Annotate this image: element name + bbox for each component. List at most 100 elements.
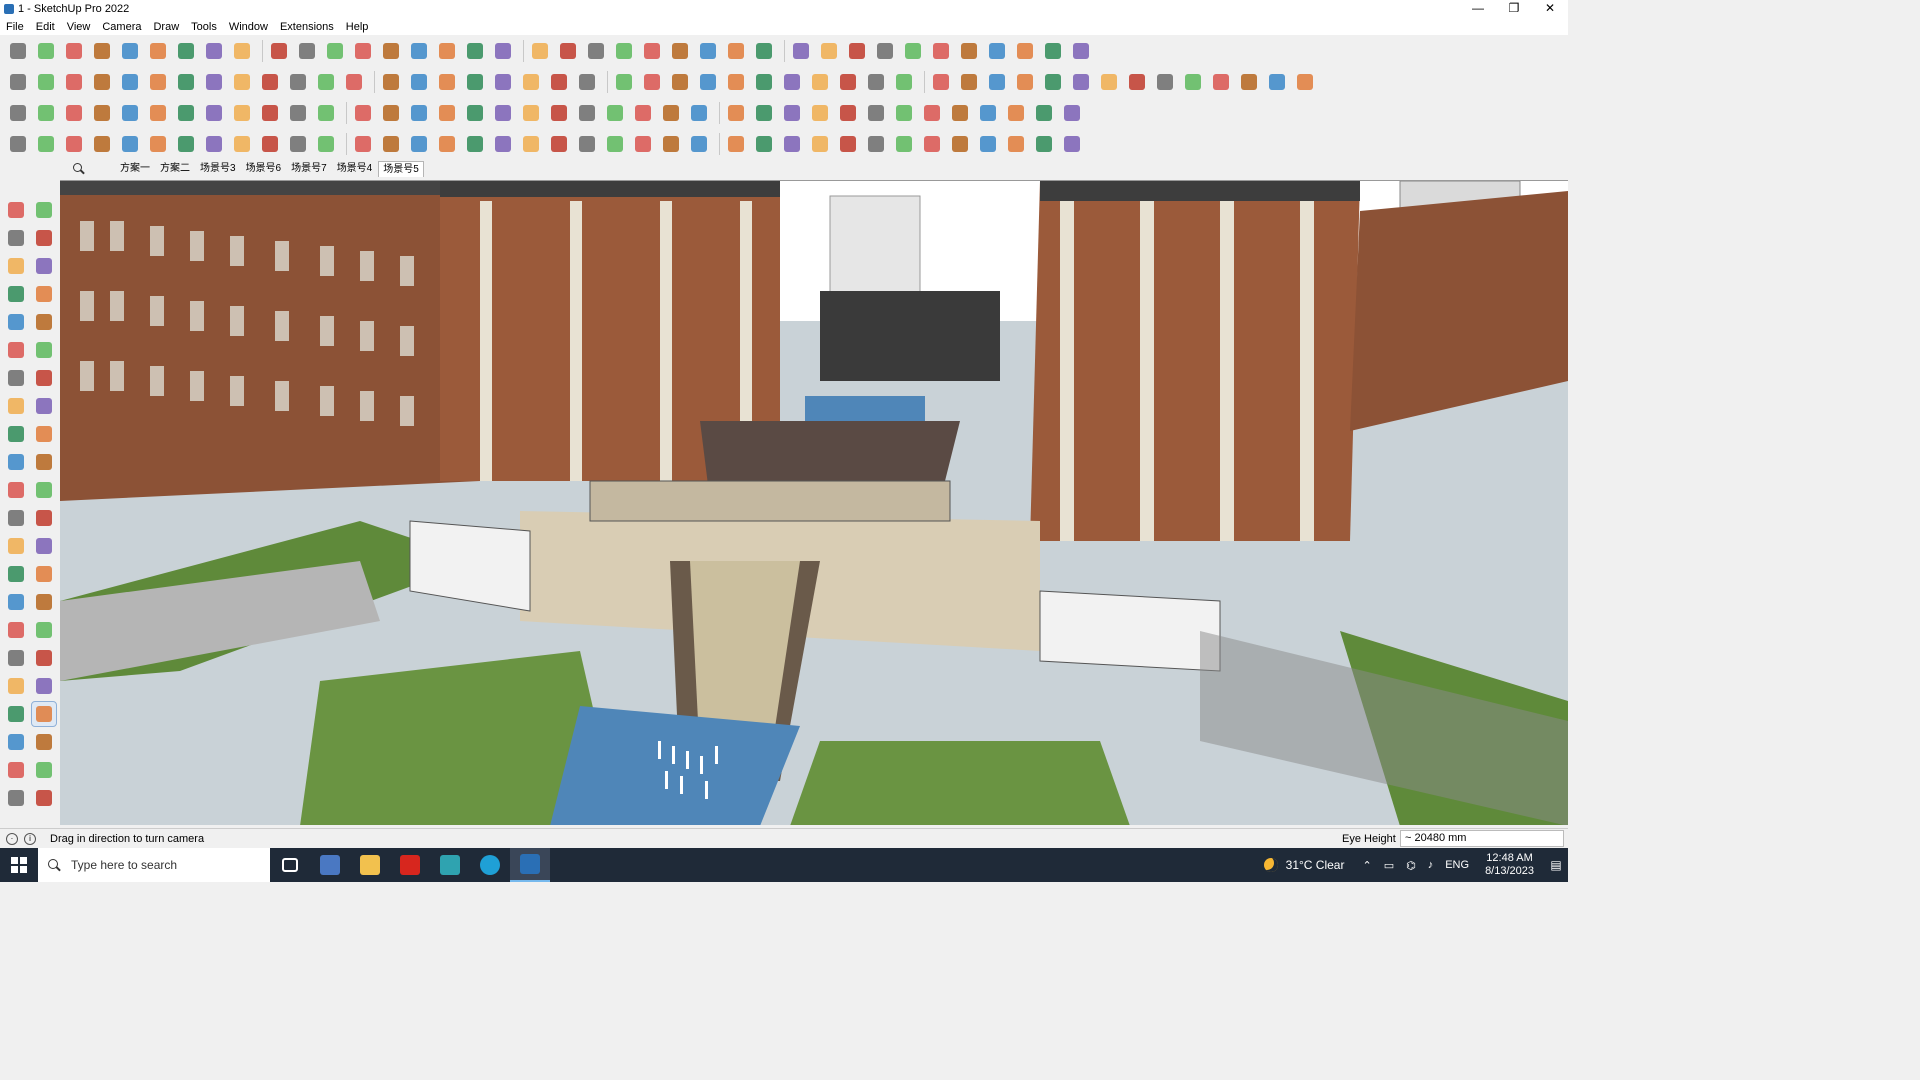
toolbar-tool-icon[interactable] — [463, 101, 487, 125]
toolbar-tool-icon[interactable] — [407, 132, 431, 156]
toolbar-tool-icon[interactable] — [118, 101, 142, 125]
scene-tab-4[interactable]: 场景号6 — [242, 161, 286, 177]
toolbar-tool-icon[interactable] — [1041, 70, 1065, 94]
toolbar-tool-icon[interactable] — [780, 132, 804, 156]
menu-help[interactable]: Help — [346, 21, 369, 33]
left-tool-icon[interactable] — [4, 366, 28, 390]
toolbar-tool-icon[interactable] — [379, 132, 403, 156]
toolbar-tool-icon[interactable] — [267, 39, 291, 63]
left-tool-icon[interactable] — [4, 254, 28, 278]
toolbar-tool-icon[interactable] — [314, 70, 338, 94]
left-tool-icon[interactable] — [32, 758, 56, 782]
toolbar-tool-icon[interactable] — [230, 101, 254, 125]
toolbar-tool-icon[interactable] — [258, 132, 282, 156]
measurements-input[interactable]: ~ 20480 mm — [1400, 830, 1564, 847]
toolbar-tool-icon[interactable] — [789, 39, 813, 63]
toolbar-tool-icon[interactable] — [1125, 70, 1149, 94]
toolbar-tool-icon[interactable] — [174, 39, 198, 63]
toolbar-tool-icon[interactable] — [202, 132, 226, 156]
toolbar-tool-icon[interactable] — [808, 101, 832, 125]
toolbar-tool-icon[interactable] — [379, 70, 403, 94]
toolbar-tool-icon[interactable] — [1097, 70, 1121, 94]
toolbar-tool-icon[interactable] — [90, 101, 114, 125]
scene-search-icon[interactable] — [72, 162, 86, 176]
toolbar-tool-icon[interactable] — [892, 101, 916, 125]
toolbar-tool-icon[interactable] — [407, 39, 431, 63]
toolbar-tool-icon[interactable] — [817, 39, 841, 63]
maximize-button[interactable]: ❐ — [1496, 0, 1532, 18]
toolbar-tool-icon[interactable] — [808, 70, 832, 94]
toolbar-tool-icon[interactable] — [34, 39, 58, 63]
toolbar-tool-icon[interactable] — [491, 39, 515, 63]
notifications-icon[interactable]: ▤ — [1544, 858, 1568, 872]
left-tool-icon[interactable] — [4, 758, 28, 782]
toolbar-tool-icon[interactable] — [491, 132, 515, 156]
toolbar-tool-icon[interactable] — [724, 70, 748, 94]
toolbar-tool-icon[interactable] — [286, 101, 310, 125]
toolbar-tool-icon[interactable] — [575, 70, 599, 94]
language-indicator[interactable]: ENG — [1445, 859, 1469, 871]
scene-tab-3[interactable]: 场景号3 — [196, 161, 240, 177]
toolbar-tool-icon[interactable] — [174, 132, 198, 156]
network-icon[interactable]: ⌬ — [1406, 859, 1416, 872]
volume-icon[interactable]: ♪ — [1428, 859, 1434, 871]
toolbar-tool-icon[interactable] — [668, 39, 692, 63]
toolbar-tool-icon[interactable] — [920, 101, 944, 125]
toolbar-tool-icon[interactable] — [556, 39, 580, 63]
toolbar-tool-icon[interactable] — [845, 39, 869, 63]
toolbar-tool-icon[interactable] — [1265, 70, 1289, 94]
toolbar-tool-icon[interactable] — [62, 70, 86, 94]
left-tool-icon[interactable] — [32, 534, 56, 558]
taskbar-search[interactable]: Type here to search — [38, 848, 270, 882]
toolbar-tool-icon[interactable] — [1060, 101, 1084, 125]
toolbar-tool-icon[interactable] — [1013, 39, 1037, 63]
toolbar-tool-icon[interactable] — [6, 39, 30, 63]
scene-tab-7[interactable]: 场景号5 — [378, 161, 424, 177]
toolbar-tool-icon[interactable] — [687, 101, 711, 125]
left-tool-icon[interactable] — [4, 730, 28, 754]
toolbar-tool-icon[interactable] — [435, 101, 459, 125]
left-tool-icon[interactable] — [4, 394, 28, 418]
toolbar-tool-icon[interactable] — [547, 101, 571, 125]
toolbar-tool-icon[interactable] — [379, 39, 403, 63]
toolbar-tool-icon[interactable] — [752, 101, 776, 125]
toolbar-tool-icon[interactable] — [724, 39, 748, 63]
left-tool-icon[interactable] — [32, 366, 56, 390]
left-tool-icon[interactable] — [32, 590, 56, 614]
toolbar-tool-icon[interactable] — [547, 70, 571, 94]
left-tool-icon[interactable] — [4, 590, 28, 614]
toolbar-tool-icon[interactable] — [314, 132, 338, 156]
file-explorer-app[interactable] — [350, 848, 390, 882]
toolbar-tool-icon[interactable] — [286, 132, 310, 156]
toolbar-tool-icon[interactable] — [687, 132, 711, 156]
toolbar-tool-icon[interactable] — [34, 101, 58, 125]
left-tool-icon[interactable] — [4, 310, 28, 334]
start-button[interactable] — [0, 848, 38, 882]
toolbar-tool-icon[interactable] — [146, 39, 170, 63]
toolbar-tool-icon[interactable] — [929, 70, 953, 94]
left-tool-icon[interactable] — [4, 702, 28, 726]
sketchup-taskbar-app[interactable] — [510, 848, 550, 882]
toolbar-tool-icon[interactable] — [407, 70, 431, 94]
toolbar-tool-icon[interactable] — [1209, 70, 1233, 94]
toolbar-tool-icon[interactable] — [519, 70, 543, 94]
left-tool-icon[interactable] — [4, 618, 28, 642]
toolbar-tool-icon[interactable] — [603, 101, 627, 125]
toolbar-tool-icon[interactable] — [976, 132, 1000, 156]
toolbar-tool-icon[interactable] — [1060, 132, 1084, 156]
toolbar-tool-icon[interactable] — [118, 70, 142, 94]
toolbar-tool-icon[interactable] — [929, 39, 953, 63]
left-tool-icon[interactable] — [4, 282, 28, 306]
toolbar-tool-icon[interactable] — [659, 101, 683, 125]
toolbar-tool-icon[interactable] — [314, 101, 338, 125]
scene-tab-2[interactable]: 方案二 — [156, 161, 194, 177]
toolbar-tool-icon[interactable] — [435, 39, 459, 63]
info-icon[interactable]: i — [24, 832, 36, 845]
left-tool-icon[interactable] — [4, 506, 28, 530]
toolbar-tool-icon[interactable] — [519, 101, 543, 125]
menu-extensions[interactable]: Extensions — [280, 21, 334, 33]
toolbar-tool-icon[interactable] — [575, 132, 599, 156]
toolbar-tool-icon[interactable] — [1013, 70, 1037, 94]
left-tool-icon[interactable] — [4, 562, 28, 586]
left-tool-icon[interactable] — [32, 198, 56, 222]
